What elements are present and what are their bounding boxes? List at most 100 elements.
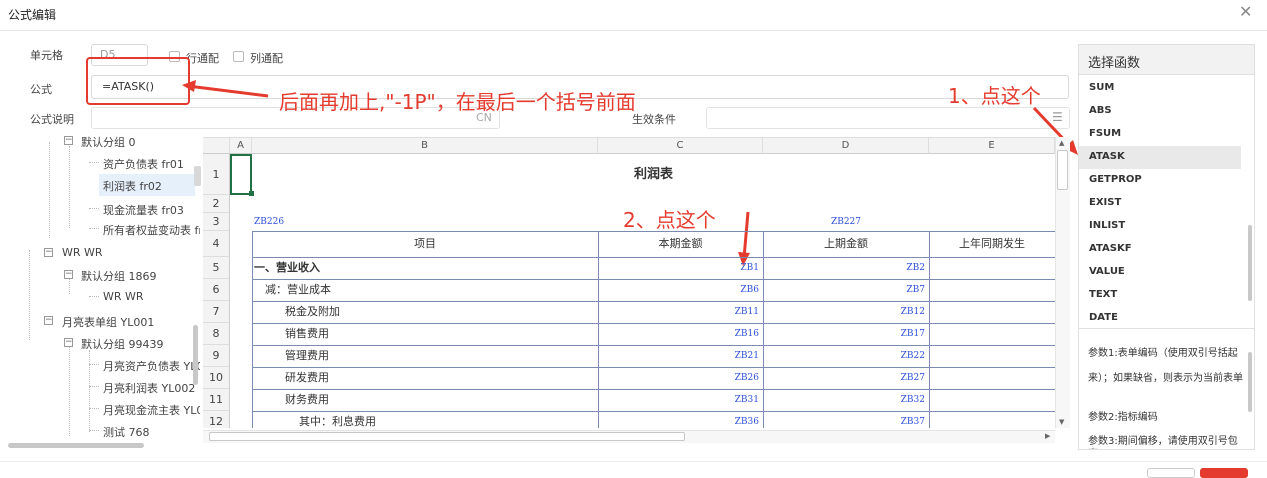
row-header[interactable]: 12 [203,411,230,428]
panel-collapse-handle[interactable] [194,166,201,186]
row-header[interactable]: 1 [203,154,230,195]
sheet-horizontal-scroll-thumb[interactable] [209,432,685,441]
tree-item[interactable]: 资产负债表 fr01 [103,156,184,172]
function-item-ataskf[interactable]: ATASKF [1079,238,1241,261]
zb-code-cell[interactable]: ZB22 [763,345,925,367]
tree-item[interactable]: WR WR [62,246,103,259]
column-header[interactable]: C [598,138,763,154]
function-panel-header: 选择函数 [1079,45,1254,75]
function-item-value[interactable]: VALUE [1079,261,1241,284]
tree-toggle[interactable]: − [44,316,53,325]
function-help-param3: 参数3:期间偏移，请使用双引号包裹 [1088,436,1238,447]
ok-button[interactable] [1200,468,1248,478]
zb-code-cell[interactable]: ZB227 [763,213,929,231]
zb-code-cell[interactable]: ZB2 [763,257,925,279]
row-header[interactable]: 5 [203,257,230,279]
function-item-fsum[interactable]: FSUM [1079,123,1241,146]
zb-code-cell[interactable]: ZB37 [763,411,925,428]
row-header[interactable]: 11 [203,389,230,411]
function-item-exist[interactable]: EXIST [1079,192,1241,215]
tree-item[interactable]: 月亮现金流主表 YL00 [103,402,200,418]
function-item-atask[interactable]: ATASK [1079,146,1241,169]
line-item-name[interactable]: 研发费用 [285,367,329,389]
zb-code-cell[interactable]: ZB6 [598,279,759,301]
fill-handle[interactable] [249,191,254,196]
sheet-title[interactable]: 利润表 [252,154,1055,195]
row-header[interactable]: 7 [203,301,230,323]
function-item-date[interactable]: DATE [1079,307,1241,330]
table-header-cell[interactable]: 上年同期发生 [929,231,1055,257]
scroll-up-icon[interactable]: ▲ [1059,139,1064,147]
tree-toggle[interactable]: − [64,270,73,279]
function-item-getprop[interactable]: GETPROP [1079,169,1241,192]
tree-item[interactable]: 默认分组 99439 [81,336,164,352]
line-item-name[interactable]: 一、营业收入 [254,257,320,279]
function-panel: 选择函数 SUM ABS FSUM ATASK GETPROP EXIST IN… [1078,44,1255,450]
tree-toggle[interactable]: − [64,338,73,347]
line-item-name[interactable]: 其中：利息费用 [299,411,376,428]
row-header[interactable]: 3 [203,213,230,231]
tree-item[interactable]: 月亮资产负债表 YL01 [103,358,200,374]
line-item-name[interactable]: 税金及附加 [285,301,340,323]
table-header-cell[interactable]: 本期金额 [598,231,763,257]
tree-horizontal-scrollbar[interactable] [8,443,144,448]
function-list-scrollbar[interactable] [1248,225,1252,301]
tree-item[interactable]: 月亮表单组 YL001 [62,314,154,330]
row-header[interactable]: 10 [203,367,230,389]
function-help-scrollbar[interactable] [1248,352,1252,412]
spreadsheet[interactable]: A B C D E 1 2 3 4 5 6 7 8 9 10 11 12 利润表… [203,137,1055,428]
column-header[interactable]: D [763,138,929,154]
cancel-button[interactable] [1147,468,1195,478]
tree-vertical-scrollbar[interactable] [193,325,198,385]
function-item-sum[interactable]: SUM [1079,77,1241,100]
function-item-abs[interactable]: ABS [1079,100,1241,123]
zb-code-cell[interactable]: ZB1 [598,257,759,279]
column-header[interactable]: B [252,138,598,154]
tree-item[interactable]: 所有者权益变动表 frC [103,222,200,238]
zb-code-cell[interactable]: ZB12 [763,301,925,323]
column-header[interactable]: A [230,138,252,154]
tree-item[interactable]: WR WR [103,290,144,303]
tree-item[interactable]: 现金流量表 fr03 [103,202,184,218]
table-header-cell[interactable]: 上期金额 [763,231,929,257]
column-header[interactable]: E [929,138,1055,154]
instruction-annotation: 后面再加上,"-1P"，在最后一个括号前面 [279,90,636,114]
zb-code-cell[interactable]: ZB32 [763,389,925,411]
table-header-cell[interactable]: 项目 [252,231,598,257]
zb-code-cell[interactable]: ZB11 [598,301,759,323]
zb-code-cell[interactable]: ZB36 [598,411,759,428]
row-header[interactable]: 4 [203,231,230,257]
tree-item[interactable]: 月亮利润表 YL002 [103,380,195,396]
row-header[interactable]: 6 [203,279,230,301]
step1-annotation: 1、点这个 [948,84,1041,108]
arrow-to-formula-head [182,80,196,92]
row-header[interactable]: 2 [203,195,230,213]
tree-toggle[interactable]: − [64,136,73,145]
function-item-inlist[interactable]: INLIST [1079,215,1241,238]
line-item-name[interactable]: 减：营业成本 [265,279,331,301]
zb-code-cell[interactable]: ZB31 [598,389,759,411]
selected-cell[interactable] [230,154,252,195]
zb-code-cell[interactable]: ZB17 [763,323,925,345]
zb-code-cell[interactable]: ZB27 [763,367,925,389]
tree-toggle[interactable]: − [44,248,53,257]
zb-code-cell[interactable]: ZB16 [598,323,759,345]
line-item-name[interactable]: 管理费用 [285,345,329,367]
row-header[interactable]: 8 [203,323,230,345]
tree-item[interactable]: 默认分组 1869 [81,268,157,284]
corner-cell[interactable] [203,138,230,154]
tree-item[interactable]: 测试 768 [103,424,150,440]
line-item-name[interactable]: 财务费用 [285,389,329,411]
tree-item[interactable]: 默认分组 0 [81,134,136,150]
function-item-text[interactable]: TEXT [1079,284,1241,307]
tree-item-selected[interactable]: 利润表 fr02 [99,174,195,196]
zb-code-cell[interactable]: ZB7 [763,279,925,301]
zb-code-cell[interactable]: ZB226 [254,213,284,231]
scroll-down-icon[interactable]: ▼ [1059,418,1064,426]
row-header[interactable]: 9 [203,345,230,367]
line-item-name[interactable]: 销售费用 [285,323,329,345]
zb-code-cell[interactable]: ZB26 [598,367,759,389]
sheet-vertical-scroll-thumb[interactable] [1057,150,1068,190]
scroll-right-icon[interactable]: ▶ [1045,432,1050,440]
zb-code-cell[interactable]: ZB21 [598,345,759,367]
